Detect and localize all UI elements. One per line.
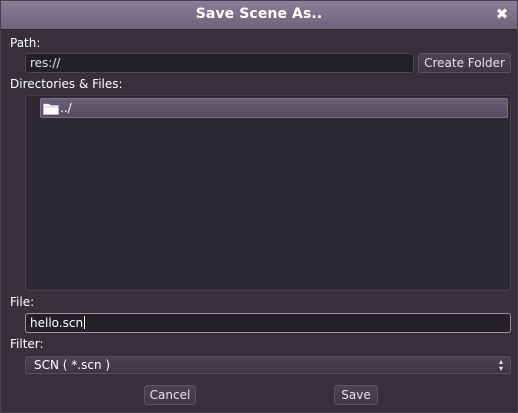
save-scene-dialog: Save Scene As.. ✖ Path: res:// Create Fo… <box>0 0 518 413</box>
text-caret <box>84 316 86 329</box>
close-icon[interactable]: ✖ <box>493 5 511 23</box>
title-bar[interactable]: Save Scene As.. ✖ <box>1 1 517 30</box>
create-folder-button[interactable]: Create Folder <box>418 53 511 73</box>
tree-item-label: ../ <box>60 101 72 115</box>
path-label: Path: <box>10 36 41 50</box>
filter-selected-value: SCN ( *.scn ) <box>34 358 111 372</box>
file-name-value: hello.scn <box>30 316 84 330</box>
file-tree[interactable]: ../ <box>25 95 511 291</box>
updown-arrow-icon: ▴ ▾ <box>498 357 503 373</box>
tree-item-parent-directory[interactable]: ../ <box>40 98 508 118</box>
save-button[interactable]: Save <box>334 385 378 405</box>
path-input[interactable]: res:// <box>25 53 414 73</box>
path-input-value: res:// <box>30 56 61 70</box>
filter-select[interactable]: SCN ( *.scn ) ▴ ▾ <box>25 356 511 374</box>
cancel-button[interactable]: Cancel <box>144 385 196 405</box>
file-name-input[interactable]: hello.scn <box>25 313 511 333</box>
file-label: File: <box>10 295 35 309</box>
filter-label: Filter: <box>10 337 44 351</box>
folder-icon <box>43 103 59 115</box>
dialog-title: Save Scene As.. <box>195 6 323 22</box>
directories-files-label: Directories & Files: <box>10 77 123 91</box>
